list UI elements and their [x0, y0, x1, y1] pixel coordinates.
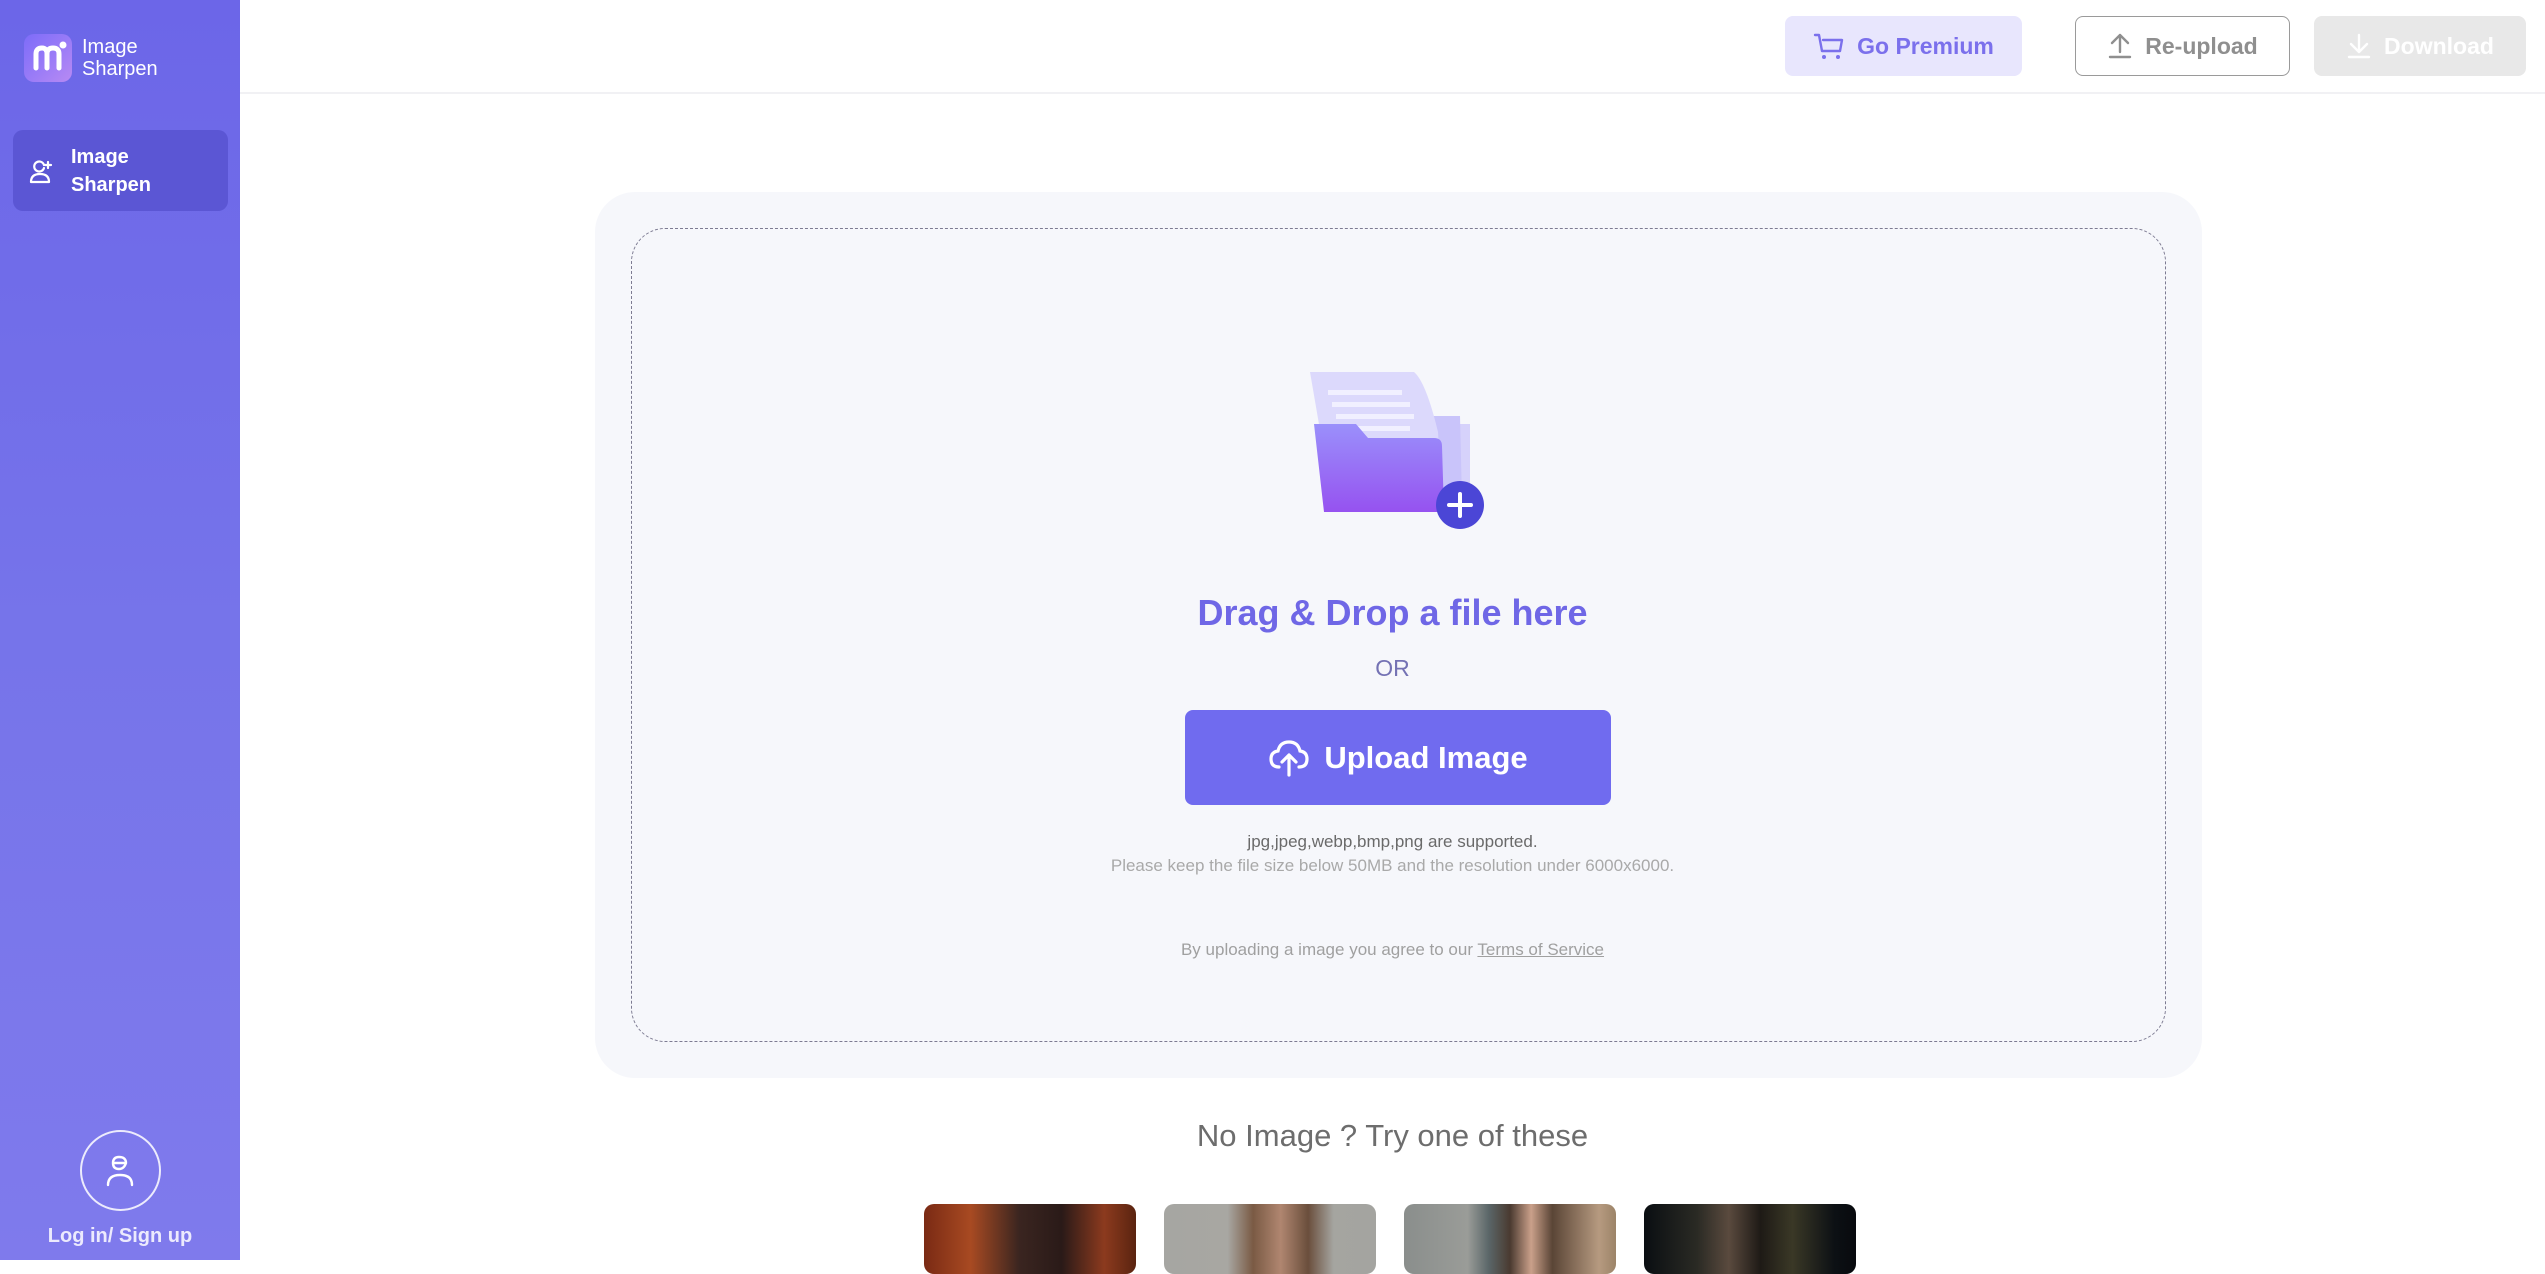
- or-separator: OR: [1375, 655, 1410, 681]
- sample-image-1[interactable]: [924, 1204, 1136, 1274]
- terms-prefix: By uploading a image you agree to our: [1180, 940, 1478, 959]
- sample-image-2[interactable]: [1164, 1204, 1376, 1274]
- drag-drop-title: Drag & Drop a file here: [1197, 592, 1588, 633]
- account-section: Log in/ Sign up: [0, 1130, 240, 1248]
- upload-image-label: Upload Image: [1324, 739, 1528, 775]
- avatar-button[interactable]: [79, 1130, 161, 1211]
- samples-title: No Image ? Try one of these: [1196, 1118, 1589, 1153]
- cloud-upload-icon: [1269, 739, 1309, 777]
- terms-notice: By uploading a image you agree to our Te…: [240, 940, 2545, 960]
- app-logo[interactable]: Image Sharpen: [24, 34, 158, 82]
- login-signup-link[interactable]: Log in/ Sign up: [0, 1225, 240, 1248]
- terms-of-service-link[interactable]: Terms of Service: [1477, 940, 1604, 959]
- app-name-line2: Sharpen: [82, 58, 158, 80]
- sidebar-item-image-sharpen[interactable]: Image Sharpen: [13, 130, 228, 211]
- sample-image-3[interactable]: [1404, 1204, 1616, 1274]
- supported-formats-text: jpg,jpeg,webp,bmp,png are supported.: [1247, 832, 1538, 851]
- main-content: Drag & Drop a file here OR jpg,jpeg,webp…: [240, 0, 2545, 1260]
- file-limits-text: Please keep the file size below 50MB and…: [1110, 856, 1675, 875]
- user-icon: [106, 1155, 134, 1186]
- user-plus-icon: [29, 159, 53, 183]
- sidebar-item-label-line1: Image: [71, 145, 129, 168]
- sidebar: Image Sharpen Image Sharpen Log in/ Sign…: [0, 0, 240, 1260]
- upload-image-button[interactable]: Upload Image: [1185, 710, 1611, 805]
- app-name-line1: Image: [82, 36, 138, 58]
- sidebar-item-label-line2: Sharpen: [71, 173, 152, 196]
- sample-image-4[interactable]: [1644, 1204, 1856, 1274]
- logo-icon: [24, 34, 72, 82]
